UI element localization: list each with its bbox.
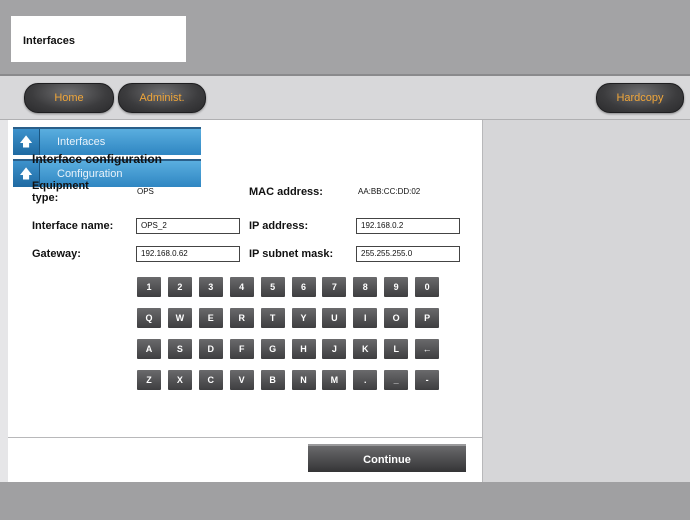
sidebar-panel [482,120,690,482]
equipment-type-value: OPS [137,187,154,196]
gateway-input[interactable]: 192.168.0.62 [136,246,240,262]
keyboard-key[interactable]: Y [291,308,316,328]
keyboard-key[interactable]: 8 [353,277,378,297]
keyboard-key[interactable]: _ [384,370,409,390]
hardcopy-button[interactable]: Hardcopy [596,83,684,113]
keyboard-key[interactable]: 5 [260,277,285,297]
keyboard-key[interactable]: A [137,339,161,359]
ip-address-label: IP address: [249,220,309,232]
keyboard-key[interactable]: N [291,370,316,390]
keyboard-key[interactable]: 4 [229,277,254,297]
keyboard-key[interactable]: L [384,339,409,359]
section-title: Interface configuration [32,152,163,166]
keyboard-key[interactable]: O [384,308,409,328]
keyboard-key[interactable]: 9 [384,277,409,297]
interface-name-input[interactable]: OPS_2 [136,218,240,234]
sidebar-item-interfaces[interactable]: 🡅 Interfaces [13,127,201,155]
keyboard-key[interactable]: E [198,308,223,328]
footer-bar [0,482,690,520]
administ-button[interactable]: Administ. [118,83,206,113]
keyboard-key[interactable]: C [198,370,223,390]
keyboard-key[interactable]: Q [137,308,161,328]
equipment-type-label: Equipment type: [32,180,89,204]
keyboard-key[interactable]: V [229,370,254,390]
keyboard-key[interactable]: R [229,308,254,328]
nav-bar: Home Administ. Hardcopy [0,76,690,120]
backspace-key[interactable]: ← [415,339,440,359]
mac-address-value: AA:BB:CC:DD:02 [358,187,421,196]
mac-address-label: MAC address: [249,186,323,198]
ip-subnet-mask-input[interactable]: 255.255.255.0 [356,246,460,262]
continue-button[interactable]: Continue [308,444,466,472]
keyboard-key[interactable]: 3 [198,277,223,297]
keyboard-key[interactable]: J [322,339,347,359]
keyboard-key[interactable]: K [353,339,378,359]
home-button[interactable]: Home [24,83,114,113]
keyboard-key[interactable]: S [167,339,192,359]
keyboard-key[interactable]: U [322,308,347,328]
keyboard-key[interactable]: X [167,370,192,390]
page-title: Interfaces [23,35,75,47]
keyboard-key[interactable]: W [167,308,192,328]
keyboard-key[interactable]: I [353,308,378,328]
keyboard-key[interactable]: Z [137,370,161,390]
keyboard-key[interactable]: T [260,308,285,328]
keyboard-key[interactable]: H [291,339,316,359]
keyboard-key[interactable]: D [198,339,223,359]
keyboard-key[interactable]: 1 [137,277,161,297]
divider [8,437,482,438]
interface-name-label: Interface name: [32,220,114,232]
sidebar-item-label: Interfaces [57,136,106,148]
keyboard-key[interactable]: P [415,308,440,328]
keyboard-key[interactable]: 6 [291,277,316,297]
keyboard-key[interactable]: G [260,339,285,359]
keyboard-key[interactable]: 0 [415,277,440,297]
ip-address-input[interactable]: 192.168.0.2 [356,218,460,234]
keyboard-key[interactable]: 7 [322,277,347,297]
gateway-label: Gateway: [32,248,81,260]
sidebar-item-label: Configuration [57,168,123,180]
keyboard-key[interactable]: 2 [167,277,192,297]
keyboard-key[interactable]: . [353,370,378,390]
ip-subnet-mask-label: IP subnet mask: [249,248,334,260]
keyboard-key[interactable]: - [415,370,440,390]
keyboard-key[interactable]: F [229,339,254,359]
keyboard-key[interactable]: M [322,370,347,390]
keyboard-key[interactable]: B [260,370,285,390]
top-bar: Interfaces [0,0,690,76]
page-title-box: Interfaces [11,16,186,62]
